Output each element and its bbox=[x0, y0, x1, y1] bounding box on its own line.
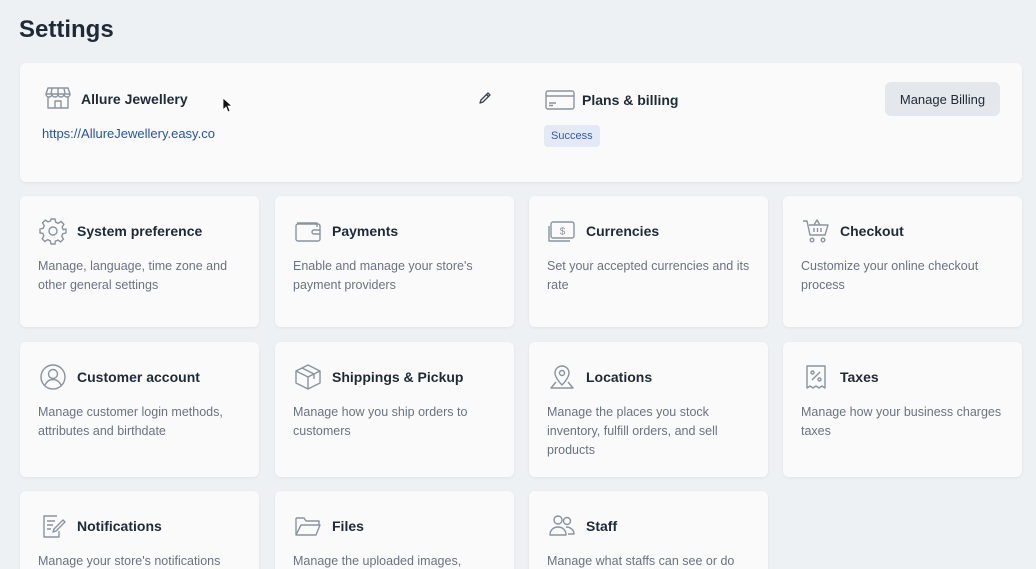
tile-title: Taxes bbox=[840, 369, 879, 385]
tile-description: Manage how your business charges taxes bbox=[801, 405, 1002, 438]
tile-system-preference[interactable]: System preference Manage, language, time… bbox=[20, 196, 259, 327]
tile-title: Payments bbox=[332, 223, 399, 239]
users-icon bbox=[548, 512, 576, 540]
receipt-percent-icon bbox=[802, 363, 830, 391]
tile-title: Shippings & Pickup bbox=[332, 369, 464, 385]
tile-description: Manage the uploaded images, bbox=[293, 554, 462, 568]
tile-locations[interactable]: Locations Manage the places you stock in… bbox=[529, 342, 768, 477]
tile-description: Manage how you ship orders to customers bbox=[293, 405, 468, 438]
mouse-pointer-icon bbox=[222, 97, 232, 113]
tile-title: Locations bbox=[586, 369, 653, 385]
tile-checkout[interactable]: Checkout Customize your online checkout … bbox=[783, 196, 1022, 327]
status-badge: Success bbox=[544, 125, 600, 147]
tile-description: Manage, language, time zone and other ge… bbox=[38, 259, 228, 292]
tile-title: Files bbox=[332, 518, 364, 534]
tile-title: Notifications bbox=[77, 518, 162, 534]
settings-page: Settings Allure Jewellery https://Allure… bbox=[0, 0, 1036, 569]
store-url-link[interactable]: https://AllureJewellery.easy.co bbox=[42, 126, 215, 141]
tile-description: Manage what staffs can see or do bbox=[547, 554, 735, 568]
map-pin-icon bbox=[548, 363, 576, 391]
pencil-icon[interactable] bbox=[478, 91, 492, 105]
banknote-icon: $ bbox=[548, 217, 576, 245]
tile-description: Customize your online checkout process bbox=[801, 259, 979, 292]
tile-files[interactable]: Files Manage the uploaded images, bbox=[275, 491, 514, 569]
manage-billing-button[interactable]: Manage Billing bbox=[885, 82, 1000, 116]
tile-taxes[interactable]: Taxes Manage how your business charges t… bbox=[783, 342, 1022, 477]
tile-title: Currencies bbox=[586, 223, 660, 239]
folder-icon bbox=[294, 512, 322, 540]
tile-payments[interactable]: Payments Enable and manage your store's … bbox=[275, 196, 514, 327]
tile-title: Customer account bbox=[77, 369, 200, 385]
shopping-cart-icon bbox=[802, 217, 830, 245]
package-icon bbox=[294, 363, 322, 391]
tile-shippings-pickup[interactable]: Shippings & Pickup Manage how you ship o… bbox=[275, 342, 514, 477]
tile-currencies[interactable]: $ Currencies Set your accepted currencie… bbox=[529, 196, 768, 327]
tile-customer-account[interactable]: Customer account Manage customer login m… bbox=[20, 342, 259, 477]
tile-description: Manage your store's notifications bbox=[38, 554, 221, 568]
tile-notifications[interactable]: Notifications Manage your store's notifi… bbox=[20, 491, 259, 569]
tile-description: Enable and manage your store's payment p… bbox=[293, 259, 473, 292]
credit-card-icon bbox=[545, 90, 575, 110]
page-title: Settings bbox=[19, 16, 114, 43]
tile-description: Manage the places you stock inventory, f… bbox=[547, 405, 718, 457]
tile-staff[interactable]: Staff Manage what staffs can see or do bbox=[529, 491, 768, 569]
svg-text:$: $ bbox=[560, 227, 566, 238]
gear-icon bbox=[39, 217, 67, 245]
tile-description: Manage customer login methods, attribute… bbox=[38, 405, 223, 438]
user-circle-icon bbox=[39, 363, 67, 391]
store-summary-card: Allure Jewellery https://AllureJewellery… bbox=[20, 63, 1022, 182]
billing-title: Plans & billing bbox=[582, 92, 679, 108]
store-name: Allure Jewellery bbox=[81, 91, 188, 107]
tile-title: Staff bbox=[586, 518, 618, 534]
storefront-icon bbox=[45, 86, 71, 110]
tile-title: System preference bbox=[77, 223, 203, 239]
tile-title: Checkout bbox=[840, 223, 904, 239]
tile-description: Set your accepted currencies and its rat… bbox=[547, 259, 750, 292]
wallet-icon bbox=[294, 217, 322, 245]
document-edit-icon bbox=[39, 512, 67, 540]
